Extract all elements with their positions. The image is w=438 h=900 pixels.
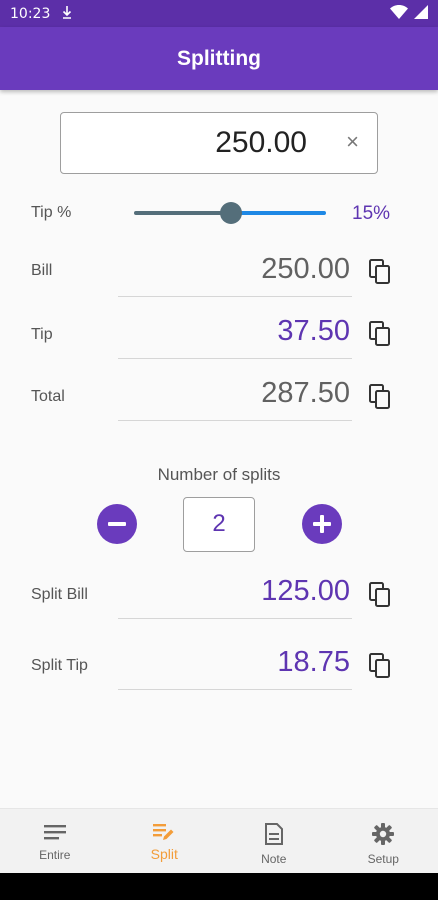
- amount-input[interactable]: 250.00 ×: [60, 112, 378, 174]
- split-count-field[interactable]: 2: [183, 497, 255, 552]
- bottom-nav: Entire Split Note Setup: [0, 808, 438, 873]
- page-title: Splitting: [177, 46, 261, 70]
- nav-label: Note: [261, 852, 287, 866]
- app-bar: Splitting: [0, 27, 438, 90]
- split-bill-value: 125.00: [261, 575, 350, 607]
- nav-item-setup[interactable]: Setup: [329, 809, 438, 873]
- copy-icon[interactable]: [369, 259, 391, 285]
- copy-icon[interactable]: [369, 384, 391, 410]
- tip-percent-value: 15%: [352, 203, 391, 224]
- divider: [118, 420, 352, 421]
- split-bill-label: Split Bill: [31, 586, 88, 603]
- bill-label: Bill: [31, 262, 53, 279]
- split-tip-label: Split Tip: [31, 657, 88, 674]
- splits-title: Number of splits: [157, 465, 281, 484]
- download-arrow-icon: [62, 5, 72, 22]
- tip-percent-label: Tip %: [31, 204, 72, 221]
- amount-value[interactable]: 250.00: [215, 126, 307, 160]
- nav-item-entire[interactable]: Entire: [0, 809, 110, 873]
- nav-label: Split: [150, 846, 178, 862]
- divider: [118, 689, 352, 690]
- nav-item-note[interactable]: Note: [219, 809, 329, 873]
- status-bar: 10:23: [0, 0, 438, 27]
- increment-button[interactable]: [302, 504, 342, 544]
- slider-track-inactive: [231, 211, 326, 215]
- plus-icon-vertical: [320, 515, 324, 533]
- slider-track-active: [134, 211, 231, 215]
- copy-icon[interactable]: [369, 321, 391, 347]
- copy-icon[interactable]: [369, 653, 391, 679]
- list-edit-icon: [153, 823, 175, 844]
- nav-item-split[interactable]: Split: [110, 809, 220, 873]
- slider-thumb[interactable]: [220, 202, 242, 224]
- nav-label: Entire: [39, 848, 71, 862]
- divider: [118, 618, 352, 619]
- split-tip-value: 18.75: [277, 646, 350, 678]
- status-time: 10:23: [10, 5, 51, 22]
- wifi-icon: [390, 4, 408, 23]
- note-document-icon: [264, 823, 284, 848]
- divider: [118, 296, 352, 297]
- tip-label: Tip: [31, 326, 53, 343]
- copy-icon[interactable]: [369, 582, 391, 608]
- list-lines-icon: [43, 823, 66, 844]
- nav-label: Setup: [367, 852, 399, 866]
- bill-value: 250.00: [261, 253, 350, 285]
- tip-slider[interactable]: [134, 201, 326, 225]
- total-value: 287.50: [261, 377, 350, 409]
- clear-icon[interactable]: ×: [346, 130, 359, 154]
- minus-icon: [108, 522, 126, 526]
- gear-icon: [372, 823, 395, 848]
- system-navigation-bar: [0, 873, 438, 900]
- battery-icon: [414, 4, 428, 23]
- total-label: Total: [31, 388, 65, 405]
- decrement-button[interactable]: [97, 504, 137, 544]
- tip-value: 37.50: [277, 315, 350, 347]
- divider: [118, 358, 352, 359]
